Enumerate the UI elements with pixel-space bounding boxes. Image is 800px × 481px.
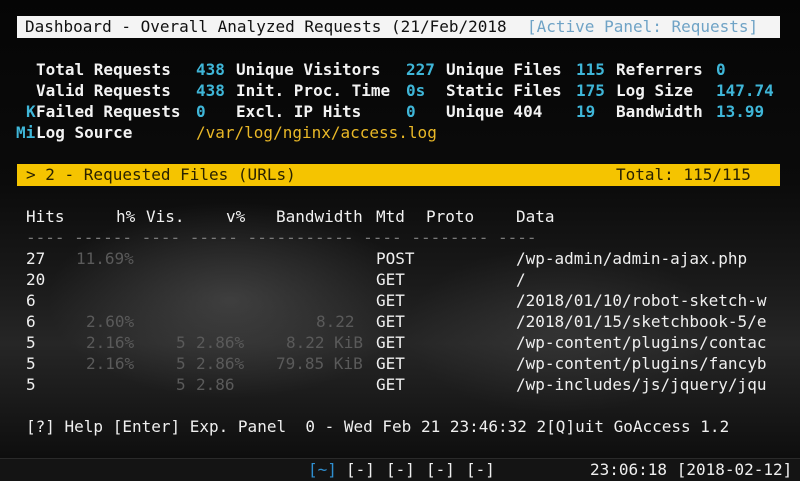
cell-method: GET	[376, 354, 405, 373]
col-header-visitors-pct: v%	[226, 207, 246, 226]
unique-visitors-label: Unique Visitors	[236, 60, 381, 79]
cell-data: /2018/01/10/robot-sketch-w	[516, 291, 767, 310]
col-header-hits: Hits	[26, 207, 65, 226]
referrers-value: 0	[716, 60, 726, 79]
dashboard-title: Dashboard - Overall Analyzed Requests (2…	[25, 17, 507, 36]
col-header-hits-pct: h%	[116, 207, 136, 226]
bandwidth-label: Bandwidth	[616, 102, 703, 121]
cell-visitors: 5	[176, 333, 186, 352]
col-header-bandwidth: Bandwidth	[276, 207, 363, 226]
cell-bandwidth: 79.85 KiB	[276, 354, 363, 373]
unique-files-label: Unique Files	[446, 60, 562, 79]
cell-hits: 5	[26, 375, 36, 394]
cell-visitors-pct: 2.86%	[196, 354, 245, 373]
failed-requests-value: 0	[196, 102, 206, 121]
unique-404-label: Unique 404	[446, 102, 543, 121]
status-bar: [~] [-] [-] [-] [-] 23:06:18 [2018-02-12…	[0, 458, 800, 481]
log-source-label: Log Source	[36, 123, 133, 142]
terminal-window: Dashboard - Overall Analyzed Requests (2…	[0, 0, 800, 458]
cell-visitors: 5	[176, 354, 186, 373]
cell-method: GET	[376, 333, 405, 352]
cell-data: /wp-content/plugins/fancyb	[516, 354, 767, 373]
window-tab[interactable]: [-]	[386, 460, 415, 480]
bandwidth-value: 13.99	[716, 102, 765, 121]
cell-method: POST	[376, 249, 415, 268]
footer-help-line[interactable]: [?] Help [Enter] Exp. Panel 0 - Wed Feb …	[26, 417, 729, 437]
cell-hits: 6	[26, 312, 36, 331]
window-tab-active[interactable]: [~]	[308, 460, 337, 480]
log-size-label: Log Size	[616, 81, 694, 100]
active-panel-indicator: [Active Panel: Requests]	[527, 17, 759, 36]
cell-hits: 27	[26, 249, 46, 268]
cell-hits-pct: 2.16%	[86, 354, 135, 373]
valid-requests-value: 438	[196, 81, 225, 100]
cell-data: /wp-includes/js/jquery/jqu	[516, 375, 767, 394]
cell-hits: 5	[26, 354, 36, 373]
init-proc-time-value: 0s	[406, 81, 426, 100]
col-header-method: Mtd	[376, 207, 405, 226]
cell-method: GET	[376, 291, 405, 310]
static-files-label: Static Files	[446, 81, 562, 100]
referrers-label: Referrers	[616, 60, 703, 79]
cell-data: /2018/01/15/sketchbook-5/e	[516, 312, 767, 331]
window-tab[interactable]: [-]	[466, 460, 495, 480]
valid-requests-label: Valid Requests	[36, 81, 171, 100]
cell-visitors-pct: 2.86	[196, 375, 235, 394]
cell-data: /wp-content/plugins/contac	[516, 333, 767, 352]
unique-404-value: 19	[576, 102, 596, 121]
window-tab[interactable]: [-]	[346, 460, 375, 480]
log-size-value: 147.74	[716, 81, 774, 100]
cell-method: GET	[376, 312, 405, 331]
cell-visitors: 5	[176, 375, 186, 394]
dashboard-title-bar: Dashboard - Overall Analyzed Requests (2…	[17, 16, 780, 38]
panel-title: > 2 - Requested Files (URLs)	[26, 165, 296, 184]
total-requests-value: 438	[196, 60, 225, 79]
table-separator: ---- ------ ---- ----- ----------- ---- …	[26, 228, 537, 247]
cell-hits-pct: 11.69%	[76, 249, 134, 268]
cell-hits: 20	[26, 270, 46, 289]
cell-hits: 5	[26, 333, 36, 352]
init-proc-time-label: Init. Proc. Time	[236, 81, 391, 100]
excl-ip-hits-label: Excl. IP Hits	[236, 102, 362, 121]
cell-hits-pct: 2.60%	[86, 312, 135, 331]
cell-data: /	[516, 270, 526, 289]
requested-files-panel-header[interactable]: > 2 - Requested Files (URLs) Total: 115/…	[17, 164, 780, 186]
cell-bandwidth: 8.22 KiB	[286, 333, 364, 352]
bandwidth-unit: Mi	[16, 123, 36, 142]
cell-visitors-pct: 2.86%	[196, 333, 245, 352]
unique-files-value: 115	[576, 60, 605, 79]
cell-method: GET	[376, 375, 405, 394]
col-header-data: Data	[516, 207, 555, 226]
log-size-unit: K	[26, 102, 36, 121]
window-tab[interactable]: [-]	[426, 460, 455, 480]
status-clock: 23:06:18 [2018-02-12]	[590, 460, 793, 479]
total-requests-label: Total Requests	[36, 60, 171, 79]
failed-requests-label: Failed Requests	[36, 102, 181, 121]
cell-hits: 6	[26, 291, 36, 310]
cell-hits-pct: 2.16%	[86, 333, 135, 352]
log-source-path: /var/log/nginx/access.log	[196, 123, 437, 142]
col-header-protocol: Proto	[426, 207, 475, 226]
cell-method: GET	[376, 270, 405, 289]
cell-data: /wp-admin/admin-ajax.php	[516, 249, 748, 268]
static-files-value: 175	[576, 81, 605, 100]
panel-total: Total: 115/115	[616, 165, 751, 184]
cell-bandwidth: 8.22	[316, 312, 355, 331]
excl-ip-hits-value: 0	[406, 102, 416, 121]
col-header-visitors: Vis.	[146, 207, 185, 226]
unique-visitors-value: 227	[406, 60, 435, 79]
